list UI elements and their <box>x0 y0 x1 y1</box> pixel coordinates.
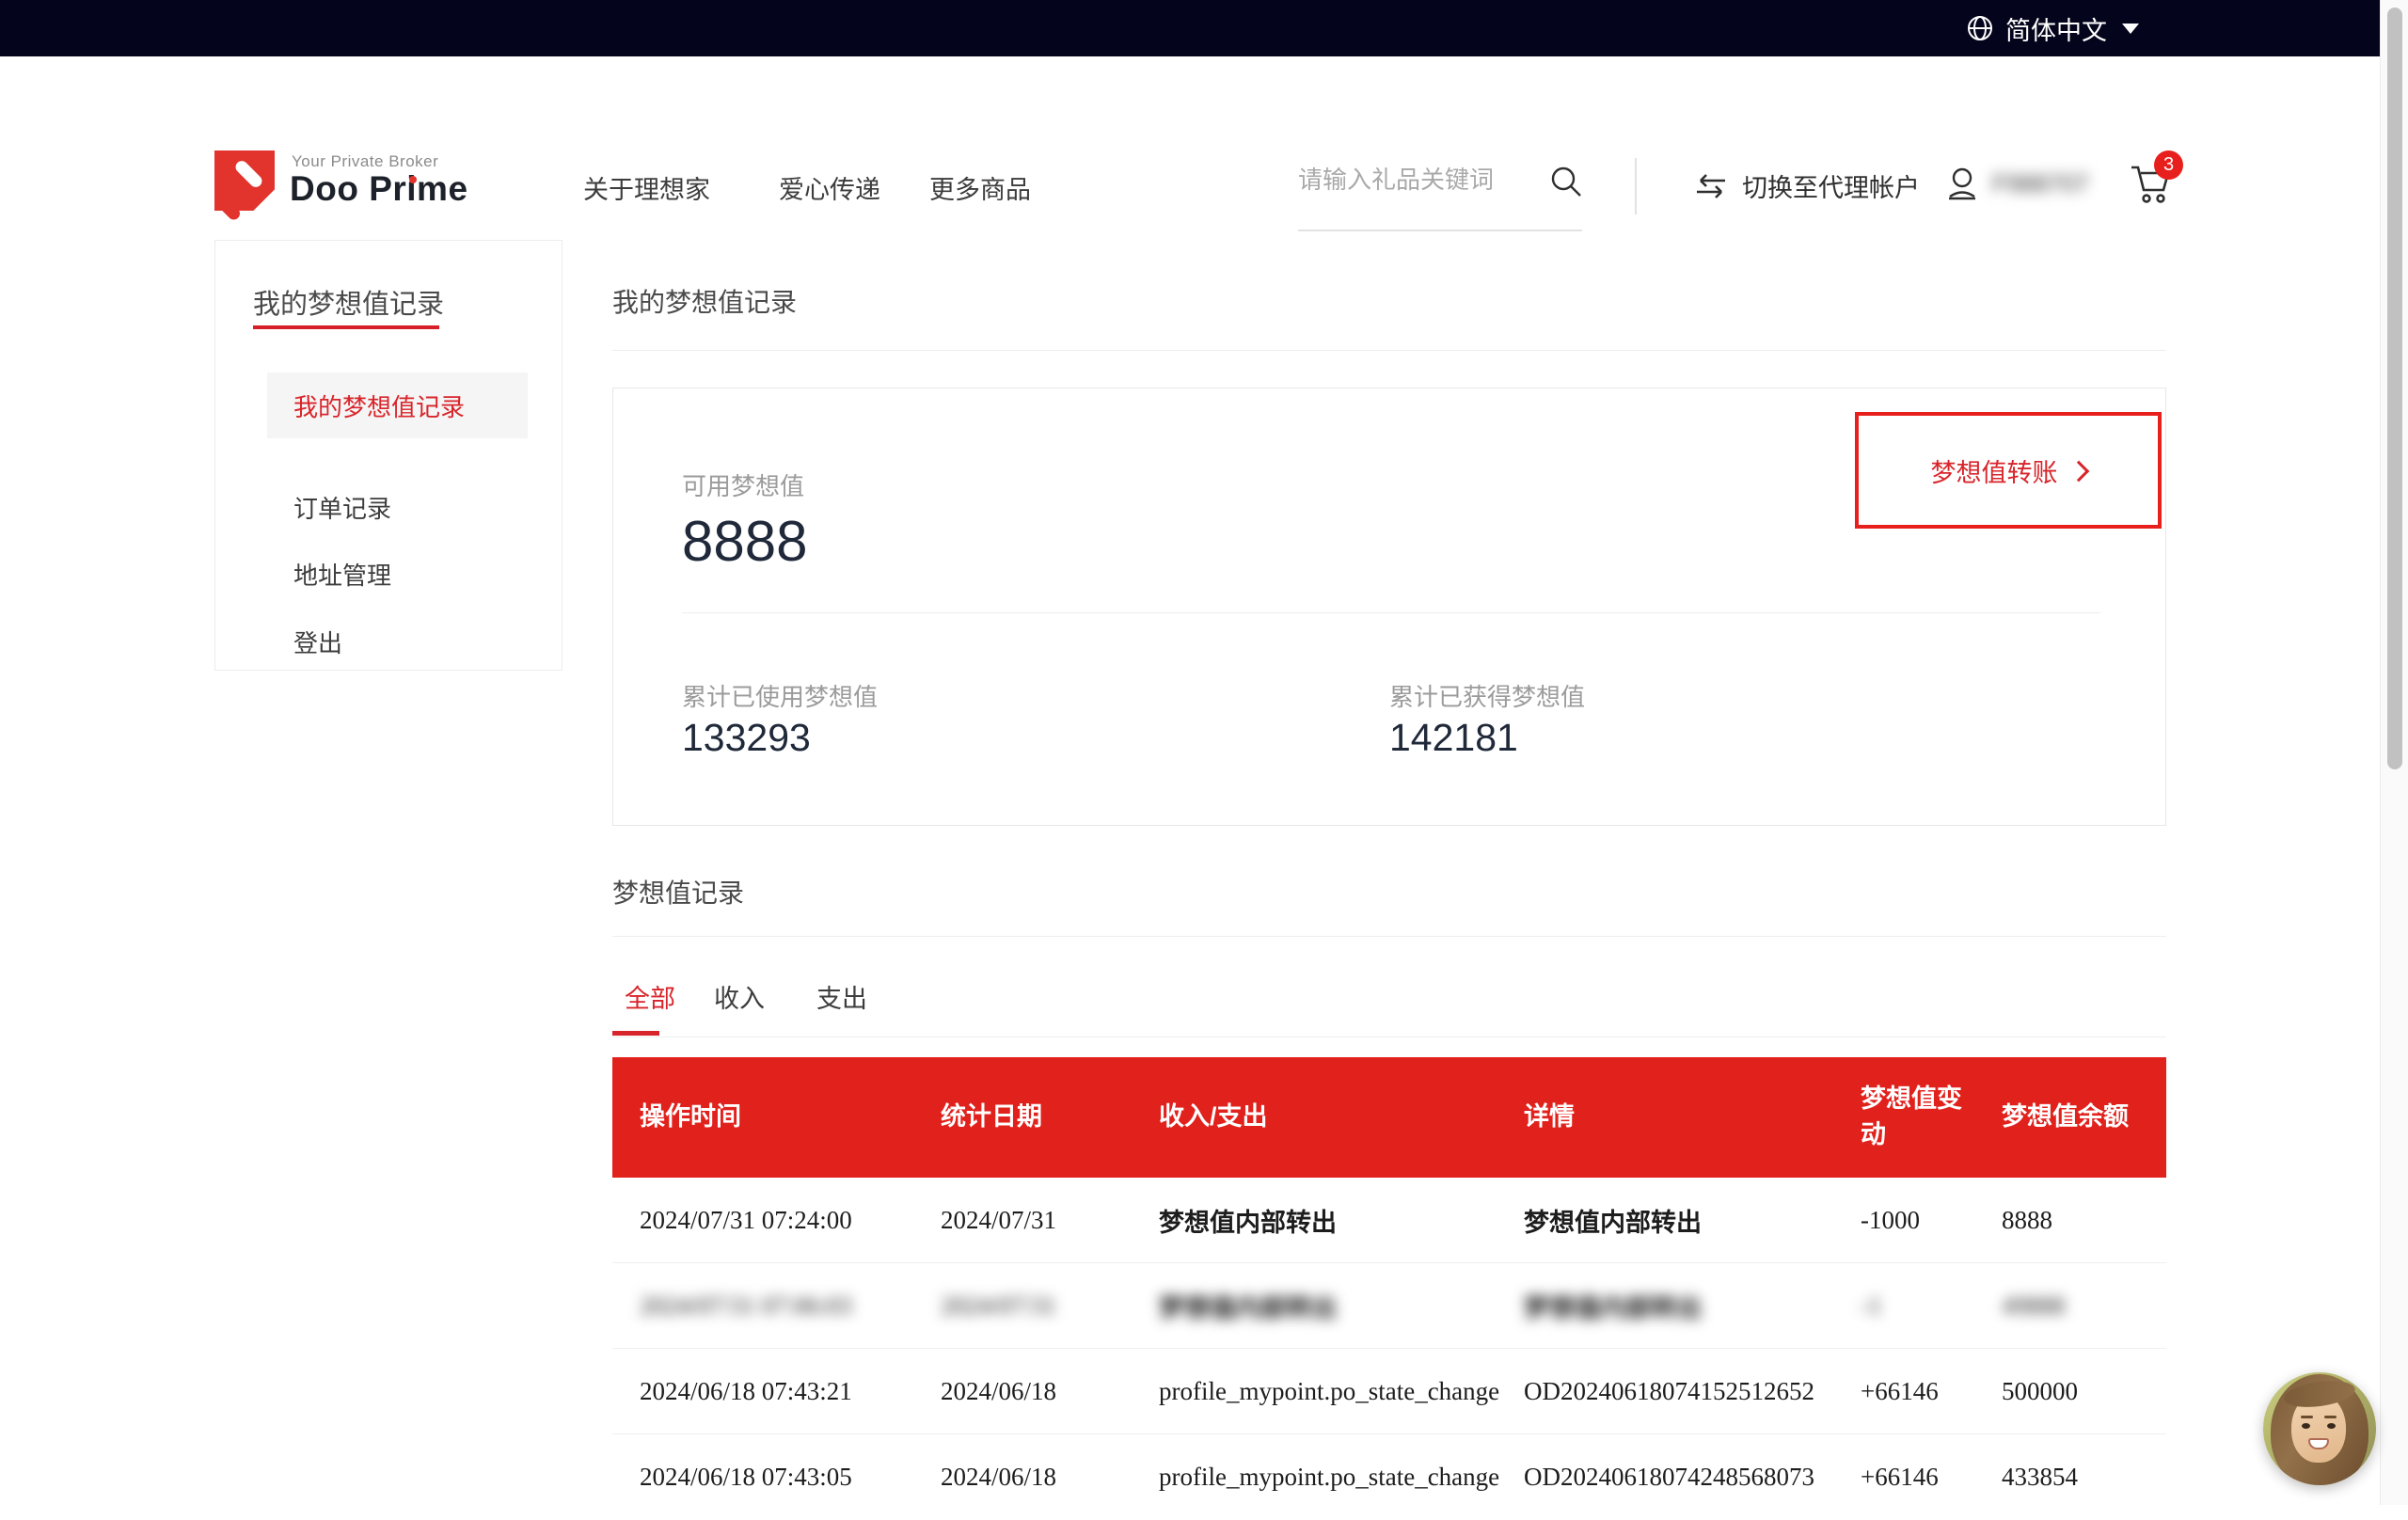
used-points-value: 133293 <box>682 716 811 760</box>
sidebar: 我的梦想值记录 我的梦想值记录 订单记录 地址管理 登出 <box>214 240 562 671</box>
cell-points-balance: 8888 <box>2002 1206 2166 1235</box>
cell-points-balance: 49888 <box>2002 1291 2166 1321</box>
site-header: Your Private Broker Doo Prime 关于理想家 爱心传递… <box>0 56 2380 196</box>
globe-icon <box>1966 14 1994 42</box>
cell-income-expense: profile_mypoint.po_state_change <box>1159 1463 1524 1492</box>
scrollbar-track[interactable] <box>2380 0 2408 1505</box>
cell-operation-time: 2024/06/18 07:43:05 <box>640 1463 941 1492</box>
search-underline <box>1298 230 1582 231</box>
language-selector[interactable]: 简体中文 <box>1966 0 2139 56</box>
tab-all[interactable]: 全部 <box>625 978 675 1015</box>
chat-widget-avatar[interactable] <box>2263 1372 2376 1485</box>
cell-points-change: -1 <box>1861 1291 2002 1321</box>
logo-tagline: Your Private Broker <box>292 152 438 171</box>
sidebar-title: 我的梦想值记录 <box>253 282 444 322</box>
nav-item-charity[interactable]: 爱心传递 <box>779 169 880 206</box>
cell-detail: 梦想值内部转出 <box>1524 1202 1861 1239</box>
earned-points-label: 累计已获得梦想值 <box>1389 678 1585 713</box>
username-masked: F988707 <box>1992 169 2089 198</box>
cell-stat-date: 2024/06/18 <box>941 1377 1159 1406</box>
cell-detail: 梦想值内部转出 <box>1524 1288 1861 1324</box>
cell-points-change: -1000 <box>1861 1206 2002 1235</box>
page-title: 我的梦想值记录 <box>612 282 797 320</box>
table-row: 2024/06/18 07:43:05 2024/06/18 profile_m… <box>612 1434 2166 1520</box>
sidebar-title-underline <box>253 325 439 329</box>
swap-icon <box>1693 173 1729 199</box>
nav-item-products[interactable]: 更多商品 <box>929 169 1031 206</box>
table-header-row: 操作时间 统计日期 收入/支出 详情 梦想值变动 梦想值余额 <box>612 1057 2166 1178</box>
logo-brand-text: Doo Prime <box>290 169 468 209</box>
sidebar-item-order-history[interactable]: 订单记录 <box>267 474 528 540</box>
cart-button[interactable]: 3 <box>2128 160 2184 213</box>
cell-income-expense: profile_mypoint.po_state_change <box>1159 1377 1524 1406</box>
chevron-right-icon <box>2067 461 2089 483</box>
nav-item-about[interactable]: 关于理想家 <box>583 169 710 206</box>
switch-account-label: 切换至代理帐户 <box>1742 167 1920 204</box>
used-points-label: 累计已使用梦想值 <box>682 678 878 713</box>
cell-stat-date: 2024/07/31 <box>941 1206 1159 1235</box>
col-header-stat-date: 统计日期 <box>941 1100 1159 1135</box>
sidebar-item-logout[interactable]: 登出 <box>267 609 528 674</box>
search-input[interactable] <box>1298 166 1541 195</box>
cell-stat-date: 2024/06/18 <box>941 1463 1159 1492</box>
cell-points-change: +66146 <box>1861 1377 2002 1406</box>
cell-income-expense: 梦想值内部转出 <box>1159 1288 1524 1324</box>
cell-points-change: +66146 <box>1861 1463 2002 1492</box>
caret-down-icon <box>2122 24 2139 34</box>
cell-detail: OD20240618074152512652 <box>1524 1377 1861 1406</box>
records-section-title: 梦想值记录 <box>612 873 744 910</box>
cell-points-balance: 433854 <box>2002 1463 2166 1492</box>
cell-operation-time: 2024/07/31 07:24:00 <box>640 1206 941 1235</box>
header-divider <box>1635 158 1637 214</box>
user-account[interactable]: F988707 <box>1945 166 2089 201</box>
switch-account-button[interactable]: 切换至代理帐户 <box>1693 167 1920 204</box>
tab-income[interactable]: 收入 <box>714 978 765 1015</box>
top-bar: 简体中文 <box>0 0 2380 56</box>
table-row: 2024/07/31 07:24:00 2024/07/31 梦想值内部转出 梦… <box>612 1178 2166 1263</box>
cell-income-expense: 梦想值内部转出 <box>1159 1202 1524 1239</box>
points-summary-card: 可用梦想值 8888 梦想值转账 累计已使用梦想值 133293 累计已获得梦想… <box>612 388 2166 826</box>
search-icon[interactable] <box>1550 166 1582 198</box>
col-header-operation-time: 操作时间 <box>640 1100 941 1135</box>
cell-points-balance: 500000 <box>2002 1377 2166 1406</box>
cart-badge: 3 <box>2154 150 2183 180</box>
available-points-value: 8888 <box>682 509 807 574</box>
table-row-blurred: 2024/07/31 07:06:03 2024/07/31 梦想值内部转出 梦… <box>612 1263 2166 1349</box>
user-icon <box>1945 166 1979 201</box>
col-header-detail: 详情 <box>1524 1100 1861 1135</box>
brand-logo[interactable]: Your Private Broker Doo Prime <box>214 150 497 216</box>
records-divider <box>612 936 2166 937</box>
language-label: 简体中文 <box>2005 10 2107 47</box>
search-box <box>1298 158 1582 233</box>
col-header-points-change: 梦想值变动 <box>1861 1082 2002 1153</box>
cell-detail: OD20240618074248568073 <box>1524 1463 1861 1492</box>
card-divider <box>682 612 2100 613</box>
logo-i-dot <box>409 176 417 183</box>
table-row: 2024/06/18 07:43:21 2024/06/18 profile_m… <box>612 1349 2166 1434</box>
available-points-label: 可用梦想值 <box>682 467 804 502</box>
cell-operation-time: 2024/07/31 07:06:03 <box>640 1291 941 1321</box>
cell-operation-time: 2024/06/18 07:43:21 <box>640 1377 941 1406</box>
points-record-table: 操作时间 统计日期 收入/支出 详情 梦想值变动 梦想值余额 2024/07/3… <box>612 1057 2166 1520</box>
sidebar-item-address-mgmt[interactable]: 地址管理 <box>267 541 528 607</box>
col-header-income-expense: 收入/支出 <box>1159 1100 1524 1135</box>
active-tab-underline <box>612 1031 659 1036</box>
earned-points-value: 142181 <box>1389 716 1518 760</box>
sidebar-item-my-dream-points[interactable]: 我的梦想值记录 <box>267 372 528 438</box>
transfer-points-label: 梦想值转账 <box>1931 452 2058 489</box>
cell-stat-date: 2024/07/31 <box>941 1291 1159 1321</box>
col-header-points-balance: 梦想值余额 <box>2002 1100 2166 1135</box>
scrollbar-thumb[interactable] <box>2387 8 2402 769</box>
transfer-points-button[interactable]: 梦想值转账 <box>1855 412 2162 529</box>
tab-expense[interactable]: 支出 <box>816 978 867 1015</box>
title-divider <box>612 350 2166 351</box>
